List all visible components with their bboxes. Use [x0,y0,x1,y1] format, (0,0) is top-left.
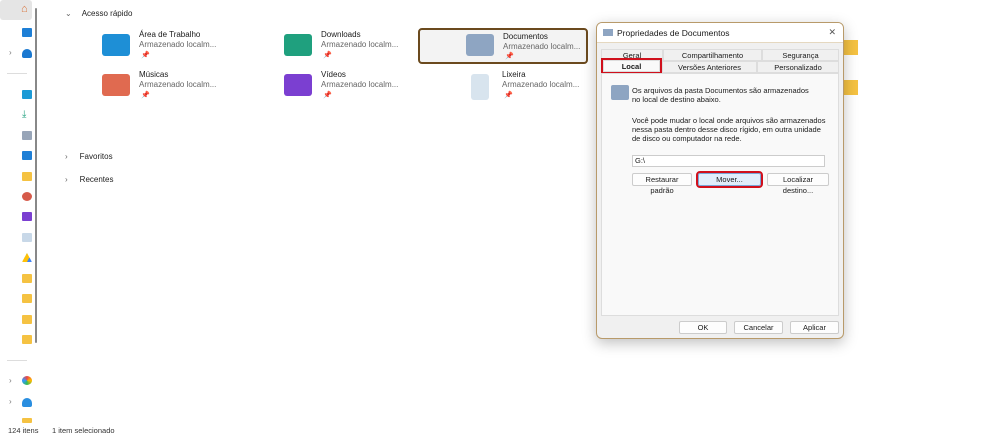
tab-seguranca[interactable]: Segurança [762,49,839,61]
folder-icon[interactable] [22,418,32,423]
cancel-button[interactable]: Cancelar [734,321,783,334]
dialog-title-bar: Propriedades de Documentos ✕ [597,23,843,43]
item-count: 124 itens [8,426,39,435]
documents-icon [603,29,613,36]
pin-icon: 📌 [504,92,513,99]
pin-icon: 📌 [505,53,514,60]
local-tab-panel: Os arquivos da pasta Documentos são arma… [601,73,839,316]
restore-default-button[interactable]: Restaurar padrão [632,173,692,195]
apply-button[interactable]: Aplicar [790,321,839,334]
quick-access-item-recycle-bin[interactable]: Lixeira Armazenado localm... 📌 [447,70,615,106]
google-drive-icon[interactable] [22,253,32,262]
expand-chevron-icon[interactable]: › [9,48,12,57]
music-icon[interactable] [22,192,32,201]
folder-icon[interactable] [22,274,32,283]
folder-icon[interactable] [22,172,32,181]
desktop-folder-icon [102,34,130,56]
recent-header[interactable]: › Recentes [65,175,113,184]
quick-access-item-documents[interactable]: Documentos Armazenado localm... 📌 [418,28,588,64]
divider [7,360,27,361]
selection-status: 1 item selecionado [52,426,115,435]
pictures-icon[interactable] [22,151,32,160]
desktop-icon[interactable] [22,90,32,99]
recycle-bin-icon [471,74,489,100]
sidebar-item-home[interactable]: ⌂ [0,0,32,20]
chevron-right-icon: › [65,175,68,184]
downloads-folder-icon [284,34,312,56]
onedrive-icon[interactable] [22,398,32,407]
videos-folder-icon [284,74,312,96]
tab-local[interactable]: Local [601,58,662,74]
home-icon: ⌂ [21,3,28,15]
pin-icon: 📌 [323,92,332,99]
properties-dialog: Propriedades de Documentos ✕ Geral Compa… [596,22,844,339]
expand-chevron-icon[interactable]: › [9,397,12,406]
chevron-down-icon: ⌄ [65,9,72,18]
pin-icon: 📌 [323,52,332,59]
ok-button[interactable]: OK [679,321,727,334]
onedrive-icon[interactable] [22,49,32,58]
divider [7,73,27,74]
quick-access-header[interactable]: ⌄ Acesso rápido [65,9,132,18]
quick-access-item-videos[interactable]: Vídeos Armazenado localm... 📌 [266,70,434,106]
find-target-button[interactable]: Localizar destino... [767,173,829,195]
tab-versoes-anteriores[interactable]: Versões Anteriores [662,61,757,73]
location-info-text: Os arquivos da pasta Documentos são arma… [632,86,809,104]
chevron-right-icon: › [65,152,68,161]
documents-icon[interactable] [22,131,32,140]
quick-access-item-music[interactable]: Músicas Armazenado localm... 📌 [84,70,252,106]
location-path-input[interactable]: G:\ [632,155,825,167]
quick-access-item-downloads[interactable]: Downloads Armazenado localm... 📌 [266,30,434,66]
photos-icon[interactable] [22,376,32,385]
music-folder-icon [102,74,130,96]
background-folder-icon [842,40,858,55]
pin-icon: 📌 [141,92,150,99]
folder-icon[interactable] [22,315,32,324]
downloads-icon[interactable]: ⤓ [22,110,32,120]
tab-compartilhamento[interactable]: Compartilhamento [663,49,762,61]
background-folder-icon [842,80,858,95]
folder-icon[interactable] [22,294,32,303]
folder-icon[interactable] [22,335,32,344]
favorites-header[interactable]: › Favoritos [65,152,113,161]
sidebar-scrollbar[interactable] [35,8,37,343]
documents-folder-icon [611,85,629,100]
pin-icon: 📌 [141,52,150,59]
quick-access-item-desktop[interactable]: Área de Trabalho Armazenado localm... 📌 [84,30,252,66]
move-button[interactable]: Mover... [696,171,763,188]
tab-personalizado[interactable]: Personalizado [757,61,839,73]
recycle-bin-icon[interactable] [22,233,32,242]
videos-icon[interactable] [22,212,32,221]
navigation-pane: ⌂ › ⤓ › › [0,0,40,424]
gallery-icon[interactable] [22,28,32,37]
close-button[interactable]: ✕ [828,27,836,38]
move-info-text: Você pode mudar o local onde arquivos sã… [632,116,826,143]
expand-chevron-icon[interactable]: › [9,376,12,385]
documents-folder-icon [466,34,494,56]
